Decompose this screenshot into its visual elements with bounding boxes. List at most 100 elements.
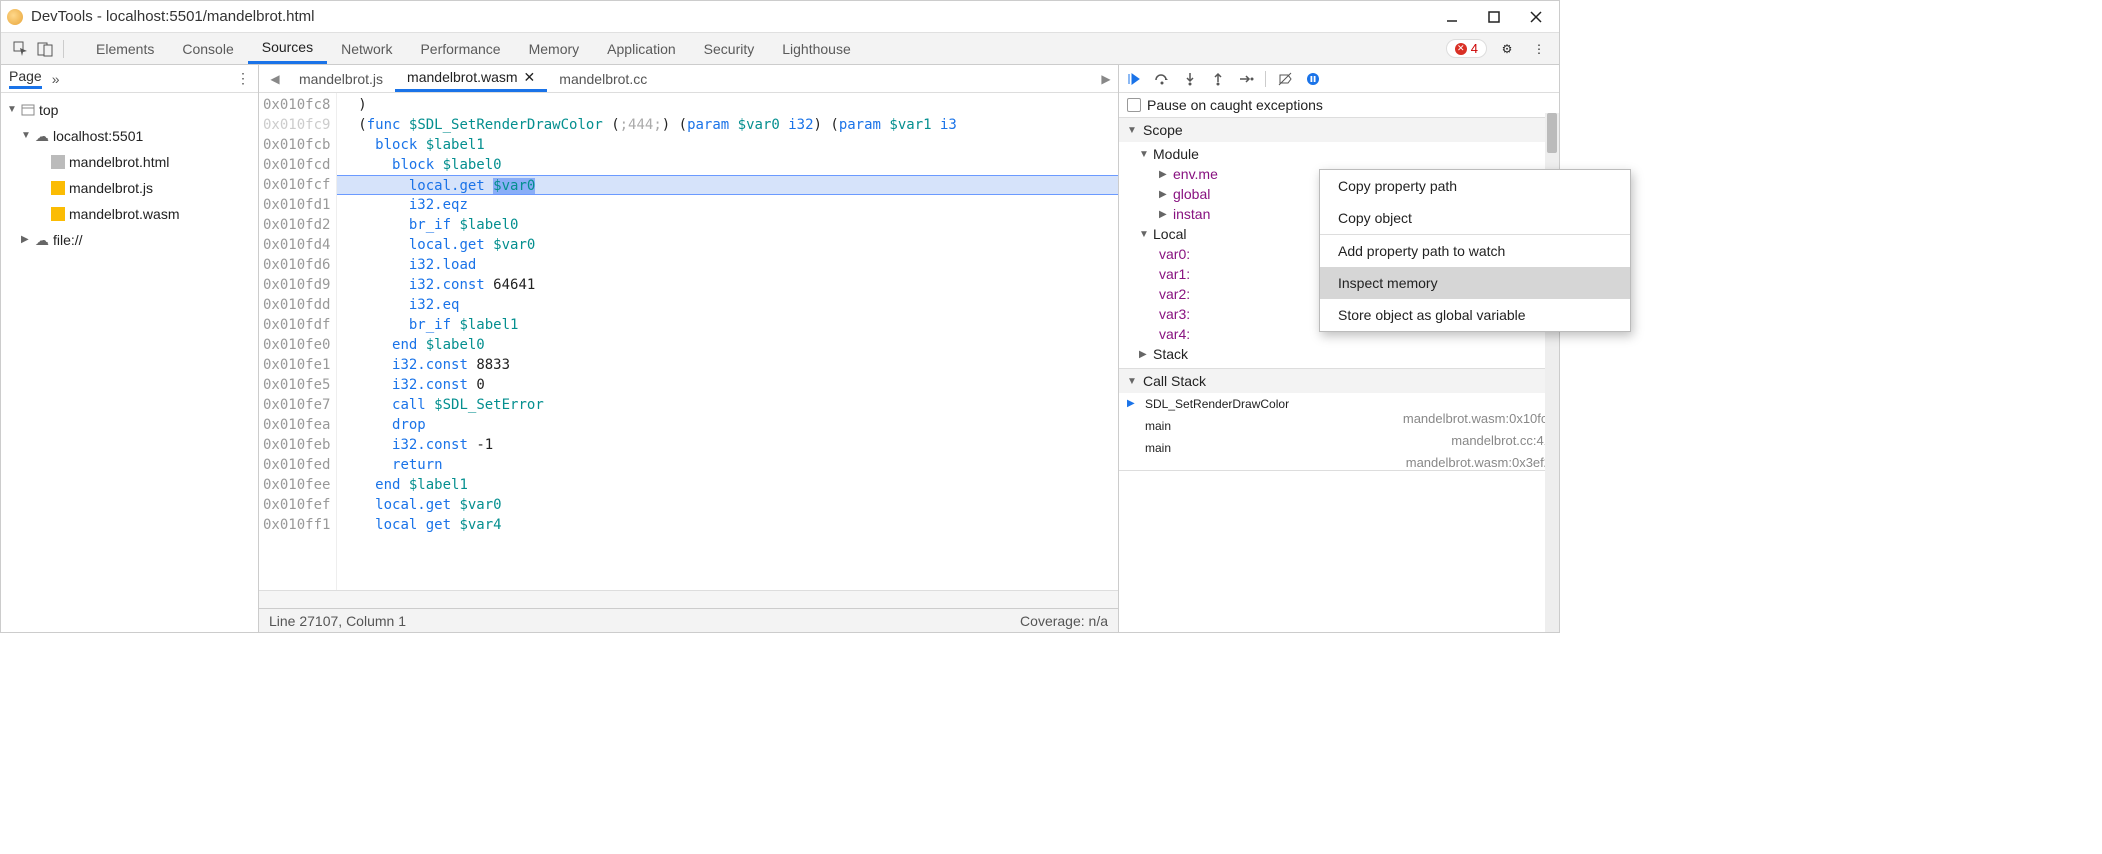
step-out-icon[interactable]: [1209, 70, 1227, 88]
code-line[interactable]: br_if $label0: [337, 215, 1118, 235]
debugger-panel: Pause on caught exceptions ▼ Scope ▼Modu…: [1119, 65, 1559, 632]
device-toolbar-icon[interactable]: [33, 37, 57, 61]
chevron-down-icon: ▼: [1139, 229, 1149, 240]
tab-nav-next-icon[interactable]: ▶: [1094, 65, 1118, 92]
file-tab-label: mandelbrot.cc: [559, 71, 647, 87]
settings-gear-icon[interactable]: ⚙: [1495, 37, 1519, 61]
panel-tab-lighthouse[interactable]: Lighthouse: [768, 33, 865, 64]
code-content[interactable]: ) (func $SDL_SetRenderDrawColor (;444;) …: [337, 93, 1118, 590]
close-button[interactable]: [1529, 10, 1543, 24]
panel-tab-performance[interactable]: Performance: [406, 33, 514, 64]
code-line[interactable]: i32.eq: [337, 295, 1118, 315]
code-line[interactable]: block $label1: [337, 135, 1118, 155]
callstack-frame[interactable]: SDL_SetRenderDrawColormandelbrot.wasm:0x…: [1119, 393, 1559, 415]
callstack-header[interactable]: ▼ Call Stack: [1119, 369, 1559, 393]
panel-tab-security[interactable]: Security: [690, 33, 769, 64]
step-into-icon[interactable]: [1181, 70, 1199, 88]
variable-name: var0:: [1159, 246, 1190, 262]
pause-on-exceptions-icon[interactable]: [1304, 70, 1322, 88]
scope-module[interactable]: ▼Module: [1119, 144, 1559, 164]
tree-label: top: [39, 99, 58, 121]
code-line[interactable]: i32.eqz: [337, 195, 1118, 215]
more-menu-icon[interactable]: ⋮: [1527, 37, 1551, 61]
pause-on-caught-label: Pause on caught exceptions: [1147, 97, 1323, 113]
navigator-tab-page[interactable]: Page: [9, 68, 42, 89]
code-line[interactable]: ): [337, 95, 1118, 115]
panel-tab-network[interactable]: Network: [327, 33, 406, 64]
close-icon[interactable]: ✕: [524, 69, 536, 86]
navigator-menu-icon[interactable]: ⋮: [236, 70, 250, 87]
file-icon: [51, 207, 65, 221]
code-line[interactable]: drop: [337, 415, 1118, 435]
chevron-right-icon: ▶: [1159, 189, 1169, 200]
scope-stack[interactable]: ▶Stack: [1119, 344, 1559, 364]
code-line[interactable]: end $label0: [337, 335, 1118, 355]
code-line[interactable]: local.get $var0: [337, 235, 1118, 255]
chevron-down-icon: ▼: [7, 99, 17, 121]
step-over-icon[interactable]: [1153, 70, 1171, 88]
horizontal-scrollbar[interactable]: [259, 590, 1118, 608]
panel-tab-application[interactable]: Application: [593, 33, 690, 64]
devtools-icon: [7, 9, 23, 25]
code-line[interactable]: i32.const 8833: [337, 355, 1118, 375]
devtools-toolbar: ElementsConsoleSourcesNetworkPerformance…: [1, 33, 1559, 65]
tree-node-host[interactable]: ▼ ☁ localhost:5501: [1, 123, 258, 149]
debugger-toolbar: [1119, 65, 1559, 93]
deactivate-breakpoints-icon[interactable]: [1276, 70, 1294, 88]
tree-node-file-scheme[interactable]: ▶ ☁ file://: [1, 227, 258, 253]
panel-tab-console[interactable]: Console: [168, 33, 247, 64]
code-line[interactable]: end $label1: [337, 475, 1118, 495]
code-line[interactable]: i32.const 64641: [337, 275, 1118, 295]
minimize-button[interactable]: [1445, 10, 1459, 24]
navigator-more-tabs-icon[interactable]: »: [52, 71, 60, 87]
panel-tab-elements[interactable]: Elements: [82, 33, 168, 64]
window-frame-icon: [21, 103, 35, 117]
pause-on-caught-checkbox-row[interactable]: Pause on caught exceptions: [1119, 93, 1559, 117]
context-menu-item[interactable]: Add property path to watch: [1320, 235, 1630, 267]
resume-icon[interactable]: [1125, 70, 1143, 88]
code-line[interactable]: local get $var4: [337, 515, 1118, 535]
context-menu-item[interactable]: Copy object: [1320, 202, 1630, 234]
code-line[interactable]: i32.const -1: [337, 435, 1118, 455]
code-line[interactable]: call $SDL_SetError: [337, 395, 1118, 415]
error-count-badge[interactable]: ✕ 4: [1446, 39, 1487, 58]
code-line[interactable]: block $label0: [337, 155, 1118, 175]
tree-file[interactable]: mandelbrot.wasm: [1, 201, 258, 227]
window-title: DevTools - localhost:5501/mandelbrot.htm…: [31, 8, 1445, 25]
variable-name: var2:: [1159, 286, 1190, 302]
chevron-right-icon: ▶: [1159, 169, 1169, 180]
code-line[interactable]: return: [337, 455, 1118, 475]
step-icon[interactable]: [1237, 70, 1255, 88]
frame-name: SDL_SetRenderDrawColor: [1145, 397, 1289, 411]
code-line[interactable]: (func $SDL_SetRenderDrawColor (;444;) (p…: [337, 115, 1118, 135]
tree-file[interactable]: mandelbrot.html: [1, 149, 258, 175]
context-menu-item[interactable]: Copy property path: [1320, 170, 1630, 202]
checkbox-icon[interactable]: [1127, 98, 1141, 112]
maximize-button[interactable]: [1487, 10, 1501, 24]
file-tab-label: mandelbrot.wasm: [407, 69, 518, 85]
scope-header[interactable]: ▼ Scope: [1119, 118, 1559, 142]
code-line[interactable]: local.get $var0: [337, 495, 1118, 515]
inspect-element-icon[interactable]: [9, 37, 33, 61]
context-menu-item[interactable]: Store object as global variable: [1320, 299, 1630, 331]
variable-name: instan: [1173, 206, 1210, 222]
tree-node-top[interactable]: ▼ top: [1, 97, 258, 123]
callstack-frame[interactable]: mainmandelbrot.wasm:0x3ef2: [1119, 437, 1559, 459]
file-tab[interactable]: mandelbrot.cc: [547, 65, 659, 92]
code-line[interactable]: local.get $var0: [337, 175, 1118, 195]
file-tab[interactable]: mandelbrot.js: [287, 65, 395, 92]
navigator-sidebar: Page » ⋮ ▼ top ▼ ☁ localhost:5501 mandel…: [1, 65, 259, 632]
callstack-frame[interactable]: mainmandelbrot.cc:41: [1119, 415, 1559, 437]
file-tab[interactable]: mandelbrot.wasm ✕: [395, 65, 547, 92]
tab-nav-prev-icon[interactable]: ◀: [263, 65, 287, 92]
tree-label: mandelbrot.html: [69, 151, 169, 173]
code-line[interactable]: i32.const 0: [337, 375, 1118, 395]
context-menu-item[interactable]: Inspect memory: [1320, 267, 1630, 299]
code-line[interactable]: br_if $label1: [337, 315, 1118, 335]
file-icon: [51, 181, 65, 195]
panel-tab-sources[interactable]: Sources: [248, 33, 327, 64]
code-line[interactable]: i32.load: [337, 255, 1118, 275]
panel-tab-memory[interactable]: Memory: [515, 33, 594, 64]
tree-file[interactable]: mandelbrot.js: [1, 175, 258, 201]
cloud-icon: ☁: [35, 229, 49, 251]
